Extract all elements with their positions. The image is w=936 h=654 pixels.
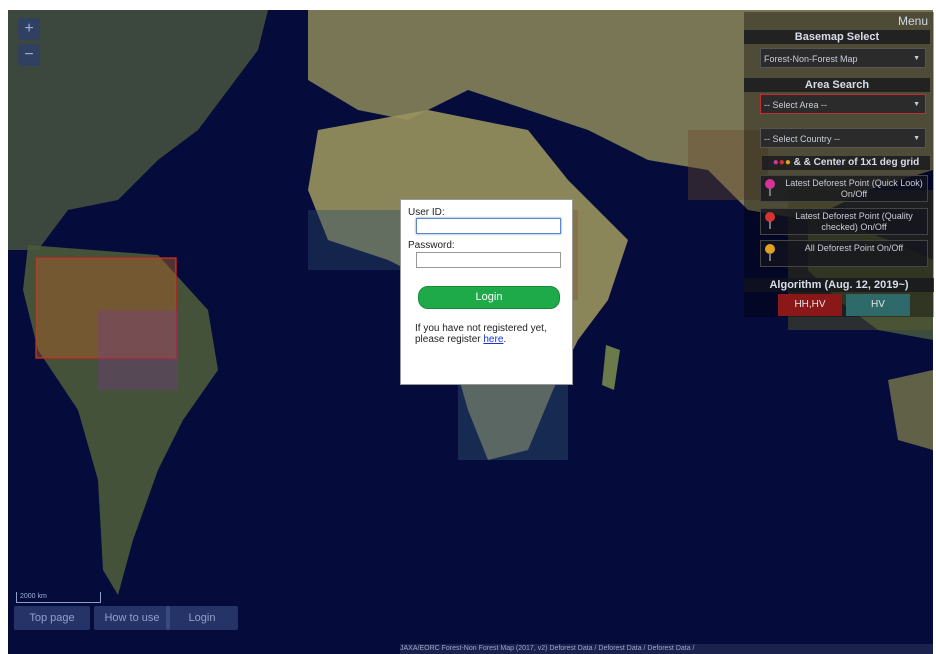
register-text-body: If you have not registered yet, please r… (415, 323, 547, 345)
toggle-quick-look-label: Latest Deforest Point (Quick Look) On/Of… (785, 178, 923, 199)
login-nav-button[interactable]: Login (166, 606, 238, 630)
grid-center-heading-label: & & Center of 1x1 deg grid (793, 157, 920, 168)
password-label: Password: (408, 240, 455, 251)
toggle-quality-checked-label: Latest Deforest Point (Quality checked) … (795, 211, 913, 232)
basemap-heading: Basemap Select (744, 30, 930, 44)
algorithm-hv-button[interactable]: HV (846, 294, 910, 316)
zoom-out-button[interactable]: − (18, 44, 40, 66)
area-select[interactable]: -- Select Area -- ▼ (760, 94, 926, 114)
password-input[interactable] (416, 252, 561, 268)
toggle-all-deforest-label: All Deforest Point On/Off (804, 243, 904, 253)
how-to-use-button[interactable]: How to use (94, 606, 170, 630)
register-link[interactable]: here (483, 334, 503, 345)
land-madagascar (602, 345, 620, 390)
register-text-end: . (503, 334, 507, 345)
basemap-select[interactable]: Forest-Non-Forest Map ▼ (760, 48, 926, 68)
toggle-quick-look[interactable]: Latest Deforest Point (Quick Look) On/Of… (760, 175, 928, 202)
pin-icon (765, 212, 775, 229)
algorithm-hhhv-button[interactable]: HH,HV (778, 294, 842, 316)
pin-icon (765, 244, 775, 261)
user-id-label: User ID: (408, 207, 445, 218)
area-select-value: -- Select Area -- (764, 100, 828, 110)
grid-region-brazil (98, 310, 178, 390)
scale-bar: 2000 km (16, 592, 101, 603)
chevron-down-icon: ▼ (913, 55, 920, 62)
land-australia (888, 370, 933, 450)
top-page-button[interactable]: Top page (14, 606, 90, 630)
country-select[interactable]: -- Select Country -- ▼ (760, 128, 926, 148)
country-select-value: -- Select Country -- (764, 134, 841, 144)
land-north-america (8, 10, 268, 250)
register-text: If you have not registered yet, please r… (415, 323, 565, 345)
user-id-input[interactable] (416, 218, 561, 234)
area-search-heading: Area Search (744, 78, 930, 92)
side-panel: Menu Basemap Select Forest-Non-Forest Ma… (744, 12, 934, 317)
basemap-select-value: Forest-Non-Forest Map (764, 54, 858, 64)
pin-icon (765, 179, 775, 196)
toggle-quality-checked[interactable]: Latest Deforest Point (Quality checked) … (760, 208, 928, 235)
status-bar: JAXA/EORC Forest-Non Forest Map (2017, v… (400, 644, 933, 654)
toggle-all-deforest[interactable]: All Deforest Point On/Off (760, 240, 928, 267)
grid-center-heading: ●●● & & Center of 1x1 deg grid (762, 156, 930, 170)
zoom-in-button[interactable]: + (18, 18, 40, 40)
menu-button[interactable]: Menu (898, 14, 928, 28)
pin-icon-yellow: ● (784, 157, 791, 168)
status-text: JAXA/EORC Forest-Non Forest Map (2017, v… (400, 645, 695, 652)
login-button[interactable]: Login (418, 286, 560, 309)
chevron-down-icon: ▼ (913, 135, 920, 142)
algorithm-heading: Algorithm (Aug. 12, 2019~) (744, 278, 934, 292)
chevron-down-icon: ▼ (913, 101, 920, 108)
